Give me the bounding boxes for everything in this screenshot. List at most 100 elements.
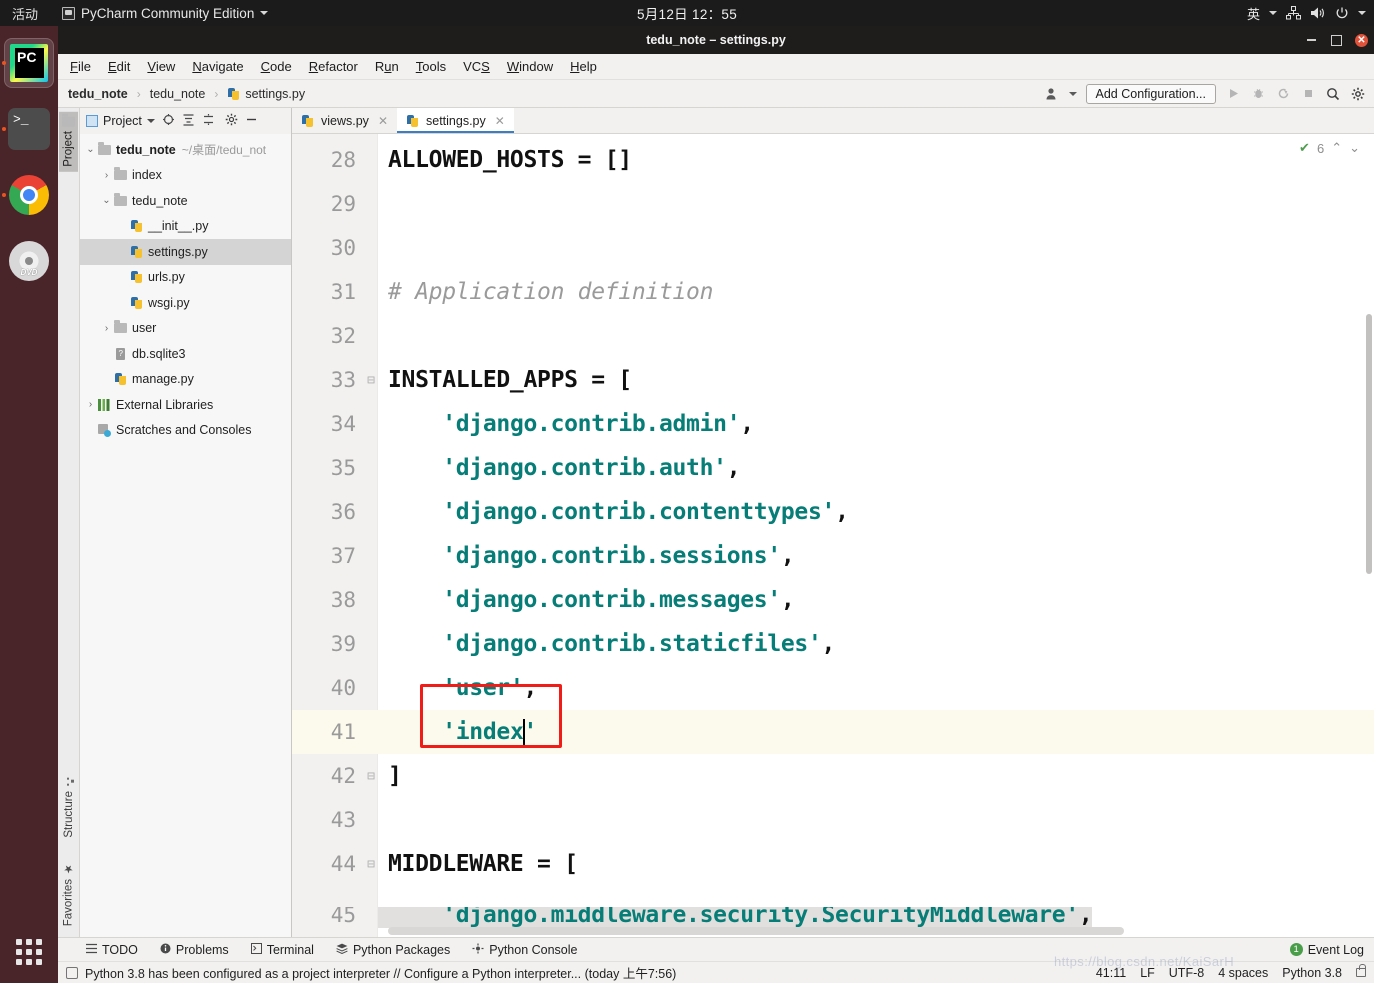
sidebar-item-project[interactable]: Project <box>59 112 78 172</box>
input-method-chevron-icon[interactable] <box>1269 11 1277 15</box>
power-icon[interactable] <box>1335 6 1349 20</box>
tree-item-scratches-and-consoles[interactable]: Scratches and Consoles <box>80 418 291 444</box>
volume-icon[interactable] <box>1310 6 1326 20</box>
tool-window-todo[interactable]: TODO <box>86 943 138 957</box>
project-tree[interactable]: ⌄ tedu_note ~/桌面/tedu_not › index ⌄ tedu_note _… <box>80 134 291 937</box>
status-message[interactable]: Python 3.8 has been configured as a proj… <box>85 963 676 982</box>
menu-window[interactable]: Window <box>505 58 555 75</box>
run-icon[interactable] <box>1225 86 1241 102</box>
tree-item-external-libraries[interactable]: › External Libraries <box>80 392 291 418</box>
code-line[interactable]: 28 ALLOWED_HOSTS = [] <box>292 138 1374 182</box>
show-applications-button[interactable] <box>0 939 58 965</box>
dock-item-pycharm[interactable]: PC <box>0 30 58 96</box>
gear-icon[interactable] <box>1350 86 1366 102</box>
indent-setting[interactable]: 4 spaces <box>1218 966 1268 980</box>
chevron-down-icon[interactable]: ⌄ <box>84 144 97 155</box>
editor-vertical-scrollbar[interactable] <box>1366 314 1372 574</box>
code-line[interactable]: 32 <box>292 314 1374 358</box>
code-line[interactable]: 34 'django.contrib.admin', <box>292 402 1374 446</box>
clock[interactable]: 5月12日 12：55 <box>637 3 737 23</box>
inspection-widget[interactable]: ✔ 6 ⌃ ⌄ <box>1299 140 1360 156</box>
expand-all-icon[interactable] <box>182 113 195 129</box>
settings-gear-icon[interactable] <box>225 113 238 129</box>
code-line[interactable]: 35 'django.contrib.auth', <box>292 446 1374 490</box>
chevron-right-icon[interactable]: › <box>100 170 113 181</box>
tree-item-db-sqlite3[interactable]: db.sqlite3 <box>80 341 291 367</box>
collapse-all-icon[interactable] <box>202 113 215 129</box>
code-line[interactable]: 42 ⊟] <box>292 754 1374 798</box>
hide-panel-icon[interactable] <box>245 113 258 129</box>
code-line[interactable]: 33 ⊟ INSTALLED_APPS = [ <box>292 358 1374 402</box>
fold-toggle-icon[interactable]: ⊟ <box>364 373 378 388</box>
chevron-down-icon[interactable]: ⌄ <box>100 195 113 206</box>
menu-view[interactable]: View <box>145 58 177 75</box>
network-icon[interactable] <box>1286 6 1301 20</box>
tree-item-urls-py[interactable]: urls.py <box>80 265 291 291</box>
stop-icon[interactable] <box>1300 86 1316 102</box>
minimize-button[interactable] <box>1305 34 1318 47</box>
close-icon[interactable]: ✕ <box>378 114 388 128</box>
sidebar-item-favorites[interactable]: Favorites ★ <box>59 857 78 931</box>
code-line[interactable]: 29 <box>292 182 1374 226</box>
search-icon[interactable] <box>1325 86 1341 102</box>
close-icon[interactable]: ✕ <box>495 114 505 128</box>
dock-item-terminal[interactable]: >_ <box>0 96 58 162</box>
editor-horizontal-scrollbar[interactable] <box>388 927 1124 935</box>
project-panel-title[interactable]: Project <box>86 114 155 128</box>
menu-run[interactable]: Run <box>373 58 401 75</box>
add-configuration-button[interactable]: Add Configuration... <box>1085 83 1216 104</box>
tab-settings-py[interactable]: settings.py ✕ <box>397 108 514 133</box>
fold-toggle-icon[interactable]: ⊟ <box>364 857 378 872</box>
app-menu[interactable]: PyCharm Community Edition <box>62 6 269 21</box>
maximize-button[interactable] <box>1330 34 1343 47</box>
dock-item-dvd[interactable]: DVD <box>0 228 58 294</box>
menu-vcs[interactable]: VCS <box>461 58 492 75</box>
menu-tools[interactable]: Tools <box>414 58 448 75</box>
caret-position[interactable]: 41:11 <box>1096 966 1126 980</box>
breadcrumb-item-file[interactable]: settings.py <box>245 87 305 101</box>
code-line[interactable]: 38 'django.contrib.messages', <box>292 578 1374 622</box>
chevron-right-icon[interactable]: › <box>84 399 97 410</box>
tray-chevron-icon[interactable] <box>1358 11 1366 15</box>
chevron-down-icon[interactable]: ⌄ <box>1349 140 1360 156</box>
code-line[interactable]: 43 <box>292 798 1374 842</box>
tool-window-python-console[interactable]: Python Console <box>472 943 578 957</box>
lock-icon[interactable] <box>1356 964 1366 977</box>
tool-window-python-packages[interactable]: Python Packages <box>336 943 450 957</box>
debug-icon[interactable] <box>1250 86 1266 102</box>
chevron-up-icon[interactable]: ⌃ <box>1331 140 1342 156</box>
coverage-icon[interactable] <box>1275 86 1291 102</box>
tree-item--init-py[interactable]: __init__.py <box>80 214 291 240</box>
tree-item-settings-py[interactable]: settings.py <box>80 239 291 265</box>
menu-help[interactable]: Help <box>568 58 599 75</box>
code-line[interactable]: 41 'index' <box>292 710 1374 754</box>
locate-icon[interactable] <box>162 113 175 129</box>
chevron-right-icon[interactable]: › <box>100 323 113 334</box>
fold-toggle-icon[interactable]: ⊟ <box>364 769 378 784</box>
menu-navigate[interactable]: Navigate <box>190 58 245 75</box>
code-line[interactable]: 30 <box>292 226 1374 270</box>
tool-window-problems[interactable]: Problems <box>160 943 229 957</box>
tool-window-terminal[interactable]: Terminal <box>250 942 314 957</box>
dock-item-chrome[interactable] <box>0 162 58 228</box>
tab-views-py[interactable]: views.py ✕ <box>292 108 397 133</box>
tree-item-tedu-note[interactable]: ⌄ tedu_note ~/桌面/tedu_not <box>80 137 291 163</box>
input-method-indicator[interactable]: 英 <box>1247 4 1260 23</box>
breadcrumb-item-project[interactable]: tedu_note <box>68 87 128 101</box>
code-line[interactable]: 40 'user', <box>292 666 1374 710</box>
code-line[interactable]: 31 # Application definition <box>292 270 1374 314</box>
code-editor[interactable]: 28 ALLOWED_HOSTS = [] 29 30 31 # Application … <box>292 134 1374 937</box>
menu-file[interactable]: File <box>68 58 93 75</box>
tree-item-tedu-note[interactable]: ⌄ tedu_note <box>80 188 291 214</box>
tree-item-index[interactable]: › index <box>80 163 291 189</box>
tree-item-wsgi-py[interactable]: wsgi.py <box>80 290 291 316</box>
sidebar-item-structure[interactable]: Structure <box>60 772 78 843</box>
menu-code[interactable]: Code <box>259 58 294 75</box>
code-line[interactable]: 37 'django.contrib.sessions', <box>292 534 1374 578</box>
activities-button[interactable]: 活动 <box>0 4 48 23</box>
tree-item-user[interactable]: › user <box>80 316 291 342</box>
encoding[interactable]: UTF-8 <box>1169 966 1204 980</box>
code-line[interactable]: 39 'django.contrib.staticfiles', <box>292 622 1374 666</box>
user-icon[interactable] <box>1044 86 1060 102</box>
user-chevron-icon[interactable] <box>1068 91 1077 96</box>
